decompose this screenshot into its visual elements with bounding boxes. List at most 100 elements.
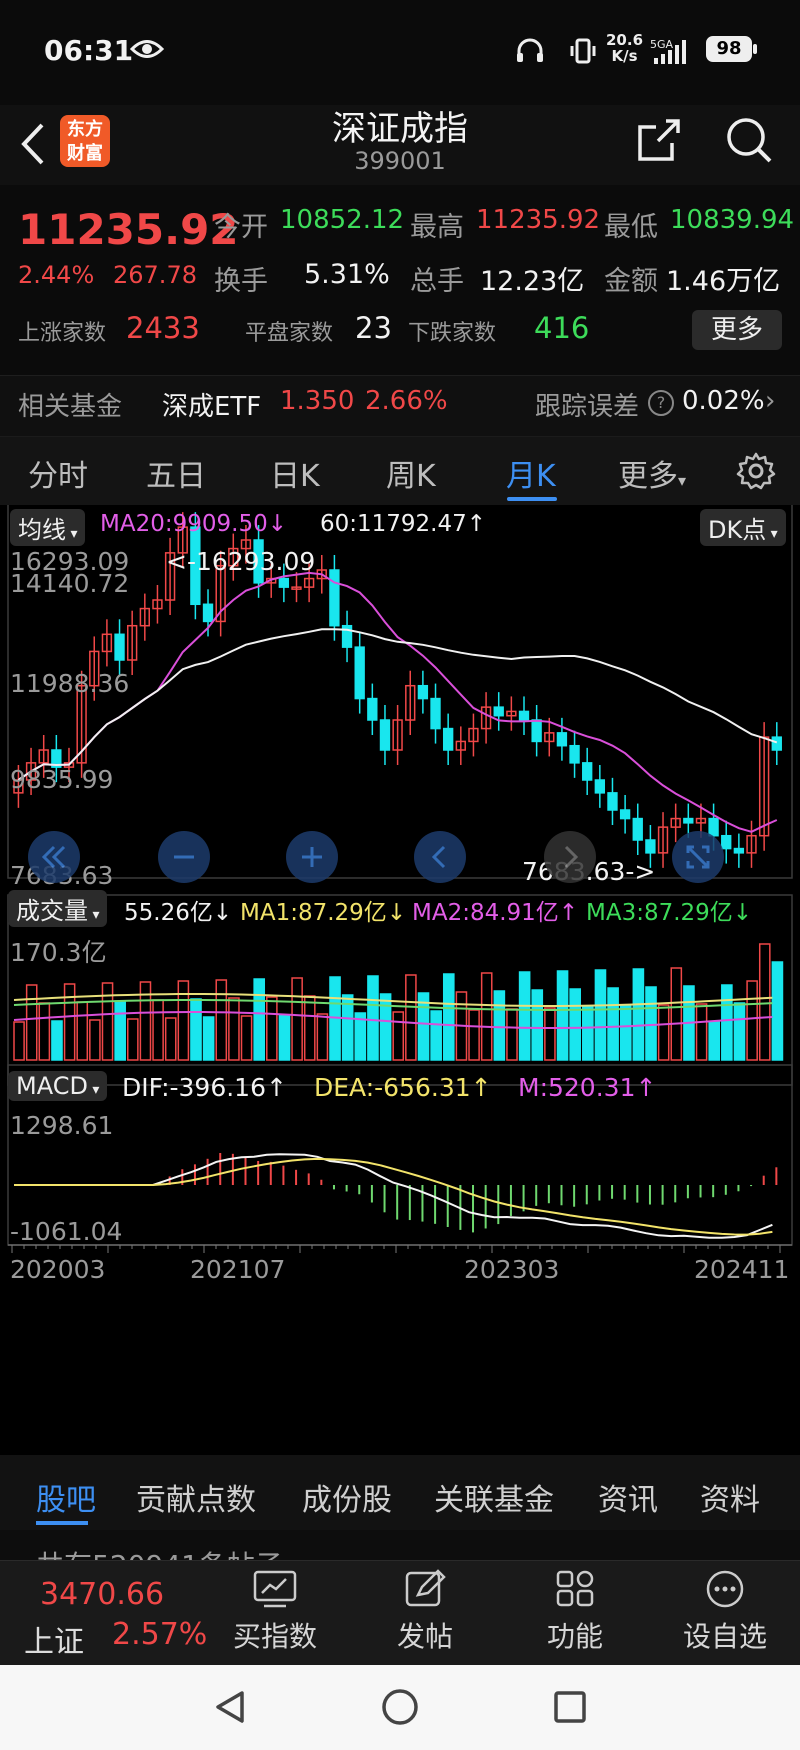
scroll-right-button[interactable] bbox=[544, 831, 596, 883]
scroll-left-button[interactable] bbox=[414, 831, 466, 883]
tab-five-day[interactable]: 五日 bbox=[146, 451, 206, 495]
ma-selector-label: 均线 bbox=[18, 516, 66, 544]
open-label: 今开 bbox=[214, 212, 268, 243]
nav-back-icon[interactable] bbox=[210, 1687, 250, 1731]
y-axis-label: 9835.99 bbox=[10, 765, 114, 794]
macd-selector[interactable]: MACD ▾ bbox=[8, 1071, 108, 1101]
dk-points-button[interactable]: DK点 ▾ bbox=[700, 509, 786, 546]
up-count-label: 上涨家数 bbox=[18, 321, 107, 346]
down-arrow-icon: ↓ bbox=[212, 900, 233, 926]
volume-bar bbox=[127, 1018, 139, 1061]
x-axis-label: 202003 bbox=[10, 1255, 106, 1284]
macd-y-top: 1298.61 bbox=[10, 1111, 114, 1140]
content-tabs: 股吧 贡献点数 成份股 关联基金 资讯 资料 bbox=[0, 1455, 800, 1530]
volume-bar bbox=[76, 1001, 89, 1061]
nav-home-icon[interactable] bbox=[380, 1687, 420, 1731]
more-button[interactable]: 更多 bbox=[692, 310, 782, 350]
chevron-right-icon[interactable]: › bbox=[765, 386, 775, 416]
volume-bar bbox=[38, 1002, 51, 1061]
settings-gear-icon[interactable] bbox=[736, 451, 776, 495]
volume-bar bbox=[228, 997, 240, 1061]
tab-monthly-k[interactable]: 月K bbox=[506, 451, 556, 495]
volume-bar bbox=[89, 1019, 101, 1061]
max-price-marker: <-16293.09 bbox=[166, 547, 316, 576]
tab-constituents[interactable]: 成份股 bbox=[302, 1475, 392, 1519]
volume-bar bbox=[190, 998, 202, 1061]
ma20-value: MA20:9909.50↓ bbox=[100, 511, 287, 537]
candle-body bbox=[278, 577, 290, 588]
tab-more[interactable]: 更多▾ bbox=[618, 451, 686, 495]
post-button[interactable]: 发帖 bbox=[370, 1569, 480, 1655]
nav-recents-icon[interactable] bbox=[550, 1687, 590, 1731]
candle-body bbox=[430, 697, 441, 730]
volume-bar bbox=[177, 980, 190, 1061]
related-fund-row[interactable]: 相关基金 深成ETF 1.350 2.66% 跟踪误差 ? 0.02% › bbox=[0, 375, 800, 442]
volume-bar bbox=[695, 1003, 708, 1061]
zoom-in-button[interactable] bbox=[286, 831, 338, 883]
fund-pct: 2.66% bbox=[365, 386, 448, 416]
candle-body bbox=[594, 779, 606, 794]
volume-bar bbox=[632, 968, 645, 1061]
ma-selector[interactable]: 均线 ▾ bbox=[10, 509, 86, 546]
down-arrow-icon: ↓ bbox=[267, 511, 287, 537]
tab-profile[interactable]: 资料 bbox=[700, 1475, 760, 1519]
volume-bar bbox=[708, 1021, 721, 1061]
kline-chart-svg[interactable] bbox=[0, 505, 800, 1455]
tab-weekly-k[interactable]: 周K bbox=[386, 451, 436, 495]
help-icon[interactable]: ? bbox=[648, 390, 674, 416]
chart-area[interactable]: 均线 ▾ MA20:9909.50↓ 60:11792.47↑ DK点 ▾ 16… bbox=[0, 505, 800, 1455]
tab-intraday[interactable]: 分时 bbox=[28, 451, 88, 495]
candle-body bbox=[202, 603, 214, 623]
volume-bar bbox=[569, 988, 581, 1061]
tab-forum[interactable]: 股吧 bbox=[36, 1475, 96, 1519]
zoom-out-history-button[interactable] bbox=[28, 831, 80, 883]
change-pct: 2.44% bbox=[18, 261, 95, 289]
up-arrow-icon: ↑ bbox=[558, 900, 579, 926]
tab-contribution[interactable]: 贡献点数 bbox=[136, 1475, 256, 1519]
candle-body bbox=[518, 710, 530, 721]
candle-body bbox=[582, 762, 593, 781]
candle-body bbox=[733, 847, 745, 854]
sh-index-price[interactable]: 3470.66 bbox=[40, 1577, 164, 1612]
share-icon[interactable] bbox=[636, 117, 682, 167]
current-price: 11235.92 bbox=[18, 205, 239, 254]
volume-bar bbox=[51, 1020, 63, 1061]
functions-button[interactable]: 功能 bbox=[520, 1569, 630, 1655]
add-watchlist-button[interactable]: 设自选 bbox=[670, 1569, 780, 1655]
volume-bar bbox=[291, 977, 303, 1061]
volume-bar bbox=[531, 989, 544, 1061]
amount-label: 金额 bbox=[604, 266, 658, 297]
minus-icon bbox=[174, 855, 194, 859]
buy-index-button[interactable]: 买指数 bbox=[220, 1569, 330, 1655]
system-nav-bar bbox=[0, 1665, 800, 1750]
candle-body bbox=[645, 839, 656, 854]
search-icon[interactable] bbox=[724, 115, 774, 169]
tab-daily-k[interactable]: 日K bbox=[270, 451, 320, 495]
zoom-out-button[interactable] bbox=[158, 831, 210, 883]
high-label: 最高 bbox=[410, 212, 464, 243]
candle-body bbox=[493, 706, 504, 717]
volume-bar bbox=[506, 1008, 518, 1061]
fullscreen-button[interactable] bbox=[672, 831, 724, 883]
tracking-error-label: 跟踪误差 bbox=[535, 392, 640, 422]
volume-indicator-selector[interactable]: 成交量 ▾ bbox=[8, 890, 108, 927]
tab-more-label: 更多 bbox=[618, 459, 678, 494]
volume-bar bbox=[657, 1004, 670, 1061]
flat-count: 23 bbox=[355, 311, 392, 345]
volume-bar bbox=[645, 986, 657, 1061]
clock: 06:31 bbox=[44, 34, 134, 67]
tab-news[interactable]: 资讯 bbox=[598, 1475, 658, 1519]
down-count-label: 下跌家数 bbox=[408, 321, 497, 346]
sh-index-name[interactable]: 上证 bbox=[24, 1617, 84, 1661]
fund-name[interactable]: 深成ETF bbox=[162, 386, 261, 423]
sh-index-pct[interactable]: 2.57% bbox=[112, 1617, 207, 1652]
volume-y-label: 170.3亿 bbox=[10, 938, 107, 967]
macd-y-bottom: -1061.04 bbox=[10, 1217, 123, 1246]
candle-body bbox=[569, 744, 580, 764]
candle-body bbox=[607, 792, 618, 811]
volume-indicator-label: 成交量 bbox=[16, 897, 88, 925]
volume-bar bbox=[468, 1009, 480, 1061]
x-axis-label: 202411 bbox=[694, 1255, 790, 1284]
tab-related-funds[interactable]: 关联基金 bbox=[434, 1475, 554, 1519]
signal-icon: 5GA bbox=[650, 36, 696, 70]
